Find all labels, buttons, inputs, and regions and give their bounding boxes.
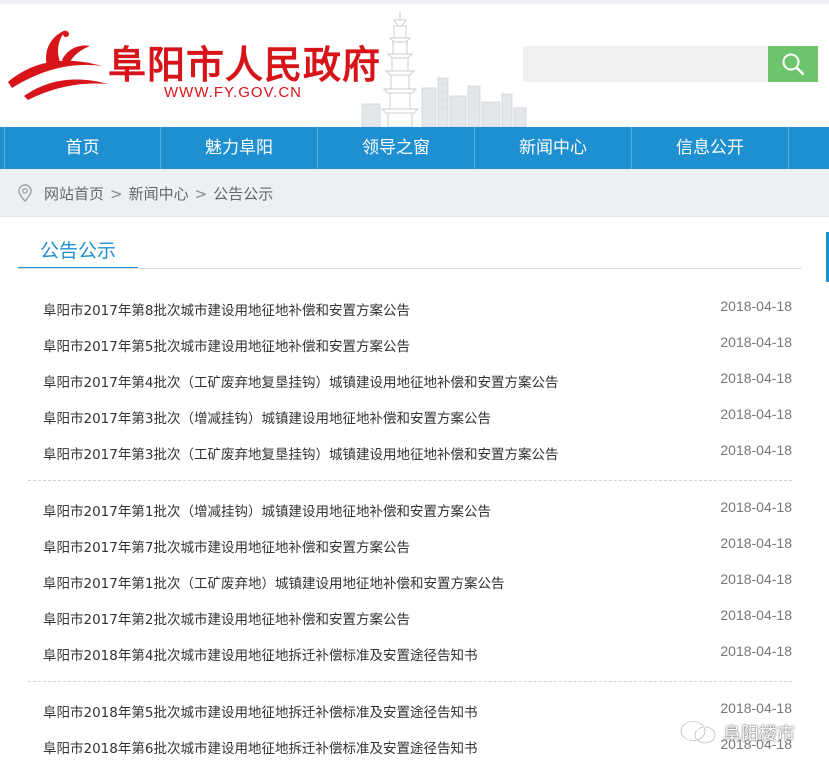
search-icon (782, 53, 805, 76)
news-title-link[interactable]: 阜阳市2018年第4批次城市建设用地征地拆迁补偿标准及安置途径告知书 (43, 644, 477, 664)
news-title-link[interactable]: 阜阳市2018年第6批次城市建设用地征地拆迁补偿标准及安置途径告知书 (43, 737, 477, 757)
news-list-item[interactable]: 阜阳市2017年第2批次城市建设用地征地补偿和安置方案公告 2018-04-18 (4, 599, 824, 635)
news-list-item[interactable]: 阜阳市2017年第8批次城市建设用地征地补偿和安置方案公告 2018-04-18 (4, 290, 824, 326)
list-group-separator (28, 480, 792, 481)
breadcrumb-bar: 网站首页 > 新闻中心 > 公告公示 (0, 169, 829, 217)
header-top-strip (0, 0, 829, 4)
news-date: 2018-04-18 (720, 442, 792, 458)
site-url[interactable]: WWW.FY.GOV.CN (164, 84, 302, 101)
news-date: 2018-04-18 (720, 370, 792, 386)
pagoda-skyline-illustration (361, 12, 527, 127)
wechat-icon (680, 720, 716, 745)
news-title-link[interactable]: 阜阳市2017年第5批次城市建设用地征地补偿和安置方案公告 (43, 335, 410, 355)
breadcrumb-separator: > (110, 185, 123, 203)
site-title[interactable]: 阜阳市人民政府 (108, 34, 381, 89)
news-date: 2018-04-18 (720, 406, 792, 422)
breadcrumb-news-center-link[interactable]: 新闻中心 (129, 185, 189, 203)
nav-item-news-center[interactable]: 新闻中心 (475, 127, 632, 169)
watermark-text: 阜阳楼市 (723, 724, 795, 745)
news-date: 2018-04-18 (720, 499, 792, 515)
main-nav: 首页 魅力阜阳 领导之窗 新闻中心 信息公开 (0, 127, 829, 169)
news-list-item[interactable]: 阜阳市2017年第4批次（工矿废弃地复垦挂钩）城镇建设用地征地补偿和安置方案公告… (4, 362, 824, 398)
breadcrumb-separator: > (194, 185, 208, 203)
news-list-item[interactable]: 阜阳市2017年第3批次（增减挂钩）城镇建设用地征地补偿和安置方案公告 2018-… (4, 398, 824, 434)
map-pin-icon (18, 184, 32, 202)
watermark: 阜阳楼市 (679, 718, 795, 748)
news-list-item[interactable]: 阜阳市2018年第4批次城市建设用地征地拆迁补偿标准及安置途径告知书 2018-0… (4, 635, 824, 671)
breadcrumb-current-page[interactable]: 公告公示 (213, 185, 273, 203)
breadcrumb: 网站首页 > 新闻中心 > 公告公示 (44, 183, 273, 204)
news-list-item[interactable]: 阜阳市2017年第5批次城市建设用地征地补偿和安置方案公告 2018-04-18 (4, 326, 824, 362)
news-title-link[interactable]: 阜阳市2017年第1批次（增减挂钩）城镇建设用地征地补偿和安置方案公告 (43, 500, 491, 520)
list-group-separator (28, 681, 792, 682)
news-title-link[interactable]: 阜阳市2017年第7批次城市建设用地征地补偿和安置方案公告 (43, 536, 410, 556)
search-input[interactable] (523, 46, 768, 82)
news-date: 2018-04-18 (720, 700, 792, 716)
news-list-item[interactable]: 阜阳市2017年第1批次（工矿废弃地）城镇建设用地征地补偿和安置方案公告 2018… (4, 563, 824, 599)
news-date: 2018-04-18 (720, 643, 792, 659)
news-title-link[interactable]: 阜阳市2017年第2批次城市建设用地征地补偿和安置方案公告 (43, 608, 410, 628)
news-date: 2018-04-18 (720, 334, 792, 350)
news-list-item[interactable]: 阜阳市2017年第7批次城市建设用地征地补偿和安置方案公告 2018-04-18 (4, 527, 824, 563)
news-title-link[interactable]: 阜阳市2018年第5批次城市建设用地征地拆迁补偿标准及安置途径告知书 (43, 701, 477, 721)
news-date: 2018-04-18 (720, 571, 792, 587)
news-date: 2018-04-18 (720, 535, 792, 551)
nav-item-leaders[interactable]: 领导之窗 (318, 127, 475, 169)
section-title: 公告公示 (18, 238, 138, 269)
news-title-link[interactable]: 阜阳市2017年第4批次（工矿废弃地复垦挂钩）城镇建设用地征地补偿和安置方案公告 (43, 371, 558, 391)
news-list-item[interactable]: 阜阳市2017年第3批次（工矿废弃地复垦挂钩）城镇建设用地征地补偿和安置方案公告… (4, 434, 824, 470)
nav-item-charm-fuyang[interactable]: 魅力阜阳 (161, 127, 318, 169)
content-panel: 公告公示 阜阳市2017年第8批次城市建设用地征地补偿和安置方案公告 2018-0… (4, 218, 824, 768)
news-list-item[interactable]: 阜阳市2017年第1批次（增减挂钩）城镇建设用地征地补偿和安置方案公告 2018-… (4, 491, 824, 527)
search-button[interactable] (768, 46, 818, 82)
news-title-link[interactable]: 阜阳市2017年第3批次（增减挂钩）城镇建设用地征地补偿和安置方案公告 (43, 407, 491, 427)
section-divider (18, 268, 802, 269)
news-title-link[interactable]: 阜阳市2017年第3批次（工矿废弃地复垦挂钩）城镇建设用地征地补偿和安置方案公告 (43, 443, 558, 463)
site-header: 阜阳市人民政府 WWW.FY.GOV.CN (0, 0, 829, 127)
news-title-link[interactable]: 阜阳市2017年第1批次（工矿废弃地）城镇建设用地征地补偿和安置方案公告 (43, 572, 504, 592)
breadcrumb-home-link[interactable]: 网站首页 (44, 185, 104, 203)
news-title-link[interactable]: 阜阳市2017年第8批次城市建设用地征地补偿和安置方案公告 (43, 299, 410, 319)
nav-item-info-disclosure[interactable]: 信息公开 (632, 127, 789, 169)
news-date: 2018-04-18 (720, 298, 792, 314)
nav-item-home[interactable]: 首页 (4, 127, 161, 169)
news-date: 2018-04-18 (720, 607, 792, 623)
phoenix-ribbon-logo-icon[interactable] (4, 26, 114, 102)
